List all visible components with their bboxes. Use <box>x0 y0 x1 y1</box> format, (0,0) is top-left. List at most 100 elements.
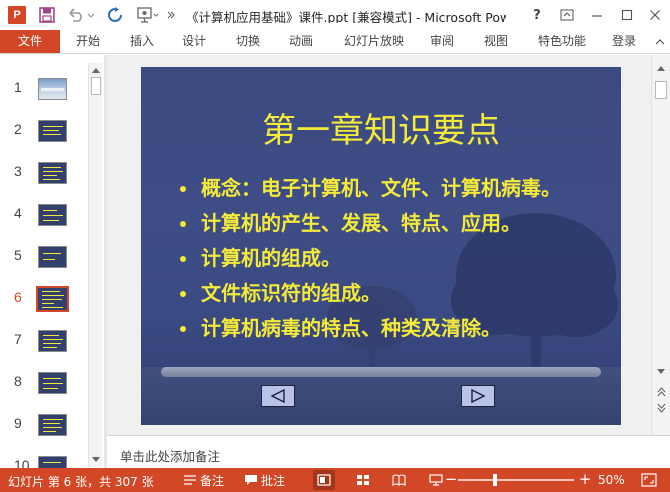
notes-label: 备注 <box>200 473 225 488</box>
thumbnail-9[interactable]: 9 <box>0 409 88 451</box>
scroll-up-icon[interactable] <box>89 63 103 77</box>
thumbnail-2[interactable]: 2 <box>0 115 88 157</box>
zoom-slider-thumb[interactable] <box>493 474 497 486</box>
thumbnail-3[interactable]: 3 <box>0 157 88 199</box>
thumbnail-image <box>38 204 67 226</box>
bullet-item: 计算机病毒的特点、种类及清除。 <box>177 315 607 342</box>
status-bar: 幻灯片 第 6 张，共 307 张 备注 批注 − + 50% <box>0 468 670 492</box>
title-bar: P 《计算机应用基础》课件.ppt [兼容模式] - Microsoft Pow… <box>0 0 670 30</box>
zoom-slider-track[interactable] <box>458 479 574 481</box>
slideshow-icon[interactable] <box>134 4 162 26</box>
thumbnail-image <box>38 330 67 352</box>
thumbnail-7[interactable]: 7 <box>0 325 88 367</box>
thumbnail-number: 9 <box>14 415 22 431</box>
tab-home[interactable]: 开始 <box>66 30 110 53</box>
thumbnail-image <box>38 120 67 142</box>
tab-design[interactable]: 设计 <box>172 30 216 53</box>
bullet-dot-icon <box>180 221 186 227</box>
prev-slide-button[interactable] <box>261 385 295 407</box>
notes-pane[interactable]: 单击此处添加备注 <box>107 435 670 468</box>
bullet-text: 概念：电子计算机、文件、计算机病毒。 <box>201 176 561 200</box>
tab-file[interactable]: 文件 <box>0 30 60 53</box>
minimize-icon[interactable] <box>582 0 612 30</box>
thumbnail-1[interactable]: 1 <box>0 73 88 115</box>
document-title: 《计算机应用基础》课件.ppt [兼容模式] - Microsoft Pow..… <box>186 10 506 23</box>
save-icon[interactable] <box>36 4 58 26</box>
bullet-item: 文件标识符的组成。 <box>177 280 607 307</box>
redo-icon[interactable] <box>104 4 126 26</box>
scroll-down-icon[interactable] <box>89 453 103 467</box>
zoom-level[interactable]: 50% <box>598 473 625 487</box>
bullet-dot-icon <box>180 326 186 332</box>
app-logo-letter: P <box>8 6 26 24</box>
thumbnail-number: 1 <box>14 79 22 95</box>
thumbnail-number: 5 <box>14 247 22 263</box>
reading-view-icon[interactable] <box>388 470 410 490</box>
scroll-up-icon[interactable] <box>654 61 668 75</box>
more-icon[interactable] <box>164 4 178 26</box>
collapse-ribbon-icon[interactable] <box>650 30 670 53</box>
thumbnail-10[interactable]: 10 <box>0 451 88 468</box>
scrollbar-thumb[interactable] <box>655 81 667 99</box>
close-icon[interactable] <box>640 0 670 30</box>
bullet-text: 计算机病毒的特点、种类及清除。 <box>201 316 501 340</box>
thumbnail-image-selected <box>36 286 69 312</box>
thumbnail-number: 7 <box>14 331 22 347</box>
thumbnail-image <box>38 414 67 436</box>
thumbnail-8[interactable]: 8 <box>0 367 88 409</box>
ribbon-display-icon[interactable] <box>552 0 582 30</box>
thumbnail-6[interactable]: 6 <box>0 283 88 325</box>
thumbnail-5[interactable]: 5 <box>0 241 88 283</box>
help-button[interactable]: ? <box>522 0 552 30</box>
thumbnail-number: 3 <box>14 163 22 179</box>
scroll-down-icon[interactable] <box>654 365 668 379</box>
bullet-item: 计算机的组成。 <box>177 245 607 272</box>
next-slide-button[interactable] <box>461 385 495 407</box>
slide-scrollbar[interactable] <box>651 55 670 435</box>
thumbnail-number: 6 <box>14 289 22 305</box>
thumbnail-scrollbar[interactable] <box>88 63 102 467</box>
thumbnail-number: 10 <box>14 457 30 468</box>
tab-special-features[interactable]: 特色功能 <box>530 30 594 53</box>
tab-view[interactable]: 视图 <box>474 30 518 53</box>
zoom-out-button[interactable]: − <box>444 471 458 487</box>
next-slide-icon[interactable] <box>654 401 668 415</box>
current-slide[interactable]: 第一章知识要点 概念：电子计算机、文件、计算机病毒。 计算机的产生、发展、特点、… <box>141 67 621 425</box>
thumbnail-image <box>38 372 67 394</box>
notes-placeholder[interactable]: 单击此处添加备注 <box>120 446 220 465</box>
notes-toggle-button[interactable]: 备注 <box>183 468 224 492</box>
tab-animations[interactable]: 动画 <box>279 30 323 53</box>
bullet-text: 计算机的产生、发展、特点、应用。 <box>201 211 521 235</box>
maximize-icon[interactable] <box>612 0 642 30</box>
thumbnail-number: 4 <box>14 205 22 221</box>
normal-view-icon[interactable] <box>313 470 335 490</box>
bullet-item: 概念：电子计算机、文件、计算机病毒。 <box>177 175 607 202</box>
slide-title[interactable]: 第一章知识要点 <box>141 103 621 152</box>
comments-toggle-button[interactable]: 批注 <box>244 468 285 492</box>
comments-label: 批注 <box>261 473 286 488</box>
slide-bullet-list[interactable]: 概念：电子计算机、文件、计算机病毒。 计算机的产生、发展、特点、应用。 计算机的… <box>177 175 607 350</box>
zoom-in-button[interactable]: + <box>578 471 592 487</box>
comment-icon <box>245 475 257 485</box>
bullet-dot-icon <box>180 186 186 192</box>
bullet-dot-icon <box>180 256 186 262</box>
tab-review[interactable]: 审阅 <box>420 30 464 53</box>
tab-insert[interactable]: 插入 <box>120 30 164 53</box>
slide-sorter-view-icon[interactable] <box>352 470 374 490</box>
bullet-item: 计算机的产生、发展、特点、应用。 <box>177 210 607 237</box>
thumbnail-number: 2 <box>14 121 22 137</box>
undo-icon[interactable] <box>64 4 98 26</box>
prev-triangle-icon <box>270 389 285 403</box>
tab-transitions[interactable]: 切换 <box>226 30 270 53</box>
login-link[interactable]: 登录 <box>612 30 636 53</box>
scrollbar-thumb[interactable] <box>91 77 101 95</box>
thumbnail-4[interactable]: 4 <box>0 199 88 241</box>
powerpoint-logo-icon[interactable]: P <box>6 4 28 26</box>
thumbnail-image <box>38 78 67 100</box>
tab-slideshow[interactable]: 幻灯片放映 <box>334 30 414 53</box>
ribbon-tab-bar: 文件 开始 插入 设计 切换 动画 幻灯片放映 审阅 视图 特色功能 登录 <box>0 30 670 54</box>
notes-icon <box>184 475 196 485</box>
previous-slide-icon[interactable] <box>654 385 668 399</box>
bullet-dot-icon <box>180 291 186 297</box>
fit-to-window-icon[interactable] <box>638 472 660 488</box>
